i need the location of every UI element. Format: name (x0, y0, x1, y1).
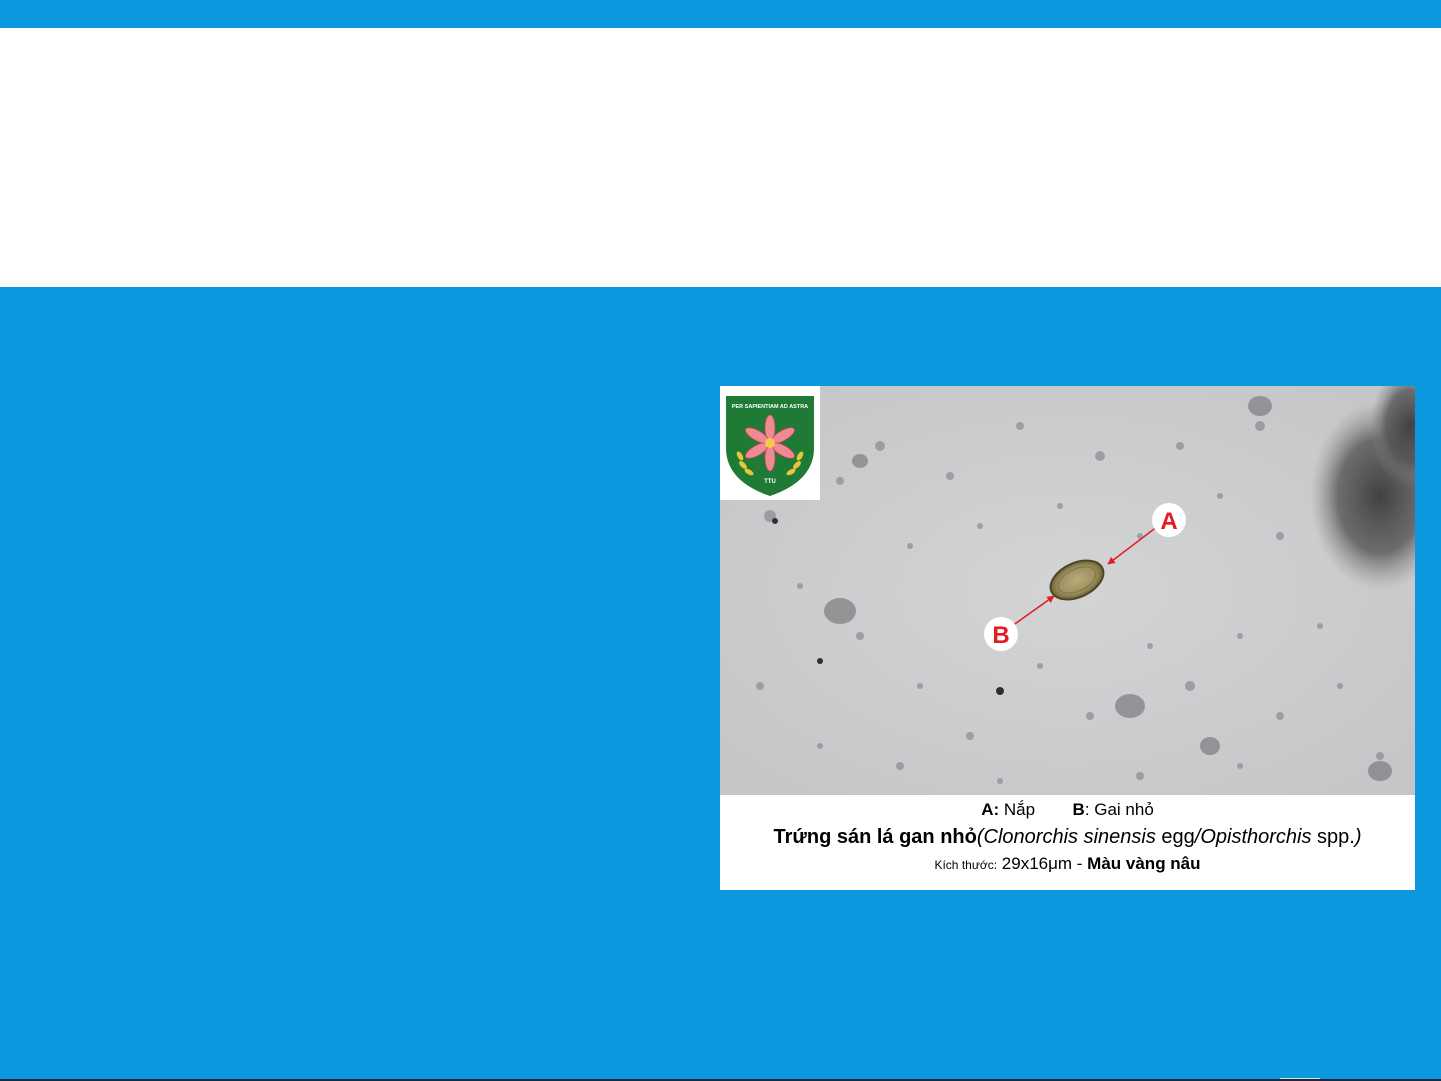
title-area (0, 28, 1441, 287)
title-egg: egg (1155, 826, 1195, 848)
color-value: Màu vàng nâu (1087, 854, 1201, 873)
page-number-mark (1280, 1078, 1320, 1079)
caption-title: Trứng sán lá gan nhỏ(Clonorchis sinensis… (720, 826, 1415, 849)
marker-a: A (1160, 508, 1177, 535)
title-vietnamese: Trứng sán lá gan nhỏ (773, 826, 977, 848)
title-species-1: Clonorchis sinensis (983, 826, 1156, 848)
caption-legend: A: Nắp B: Gai nhỏ (720, 800, 1415, 820)
shield-icon: PER SAPIENTIAM AD ASTRA TTU (726, 396, 814, 496)
legend-a-key: A: (981, 800, 1000, 819)
caption-size: Kích thước: 29x16μm - Màu vàng nâu (720, 854, 1415, 874)
specimen-figure: A B PER SAPIENTIAM AD ASTRA TTU A: Nắp B… (720, 386, 1415, 890)
figure-caption: A: Nắp B: Gai nhỏ Trứng sán lá gan nhỏ(C… (720, 795, 1415, 890)
size-label: Kích thước: (934, 858, 998, 872)
marker-b: B (992, 622, 1009, 649)
top-accent-bar (0, 0, 1441, 28)
title-spp: spp. (1311, 826, 1355, 848)
legend-a-text: Nắp (1003, 800, 1036, 819)
microscope-image: A B (720, 386, 1415, 795)
title-paren-close: ) (1354, 826, 1362, 848)
legend-b-text: : Gai nhỏ (1084, 800, 1154, 819)
title-species-2: /Opisthorchis (1194, 826, 1312, 848)
title-paren-open: ( (976, 826, 984, 848)
legend-b-key: B (1072, 800, 1085, 819)
size-value: 29x16μm - (997, 854, 1088, 873)
logo-motto: PER SAPIENTIAM AD ASTRA (732, 404, 808, 410)
university-logo: PER SAPIENTIAM AD ASTRA TTU (720, 386, 820, 500)
logo-initials: TTU (764, 479, 776, 485)
